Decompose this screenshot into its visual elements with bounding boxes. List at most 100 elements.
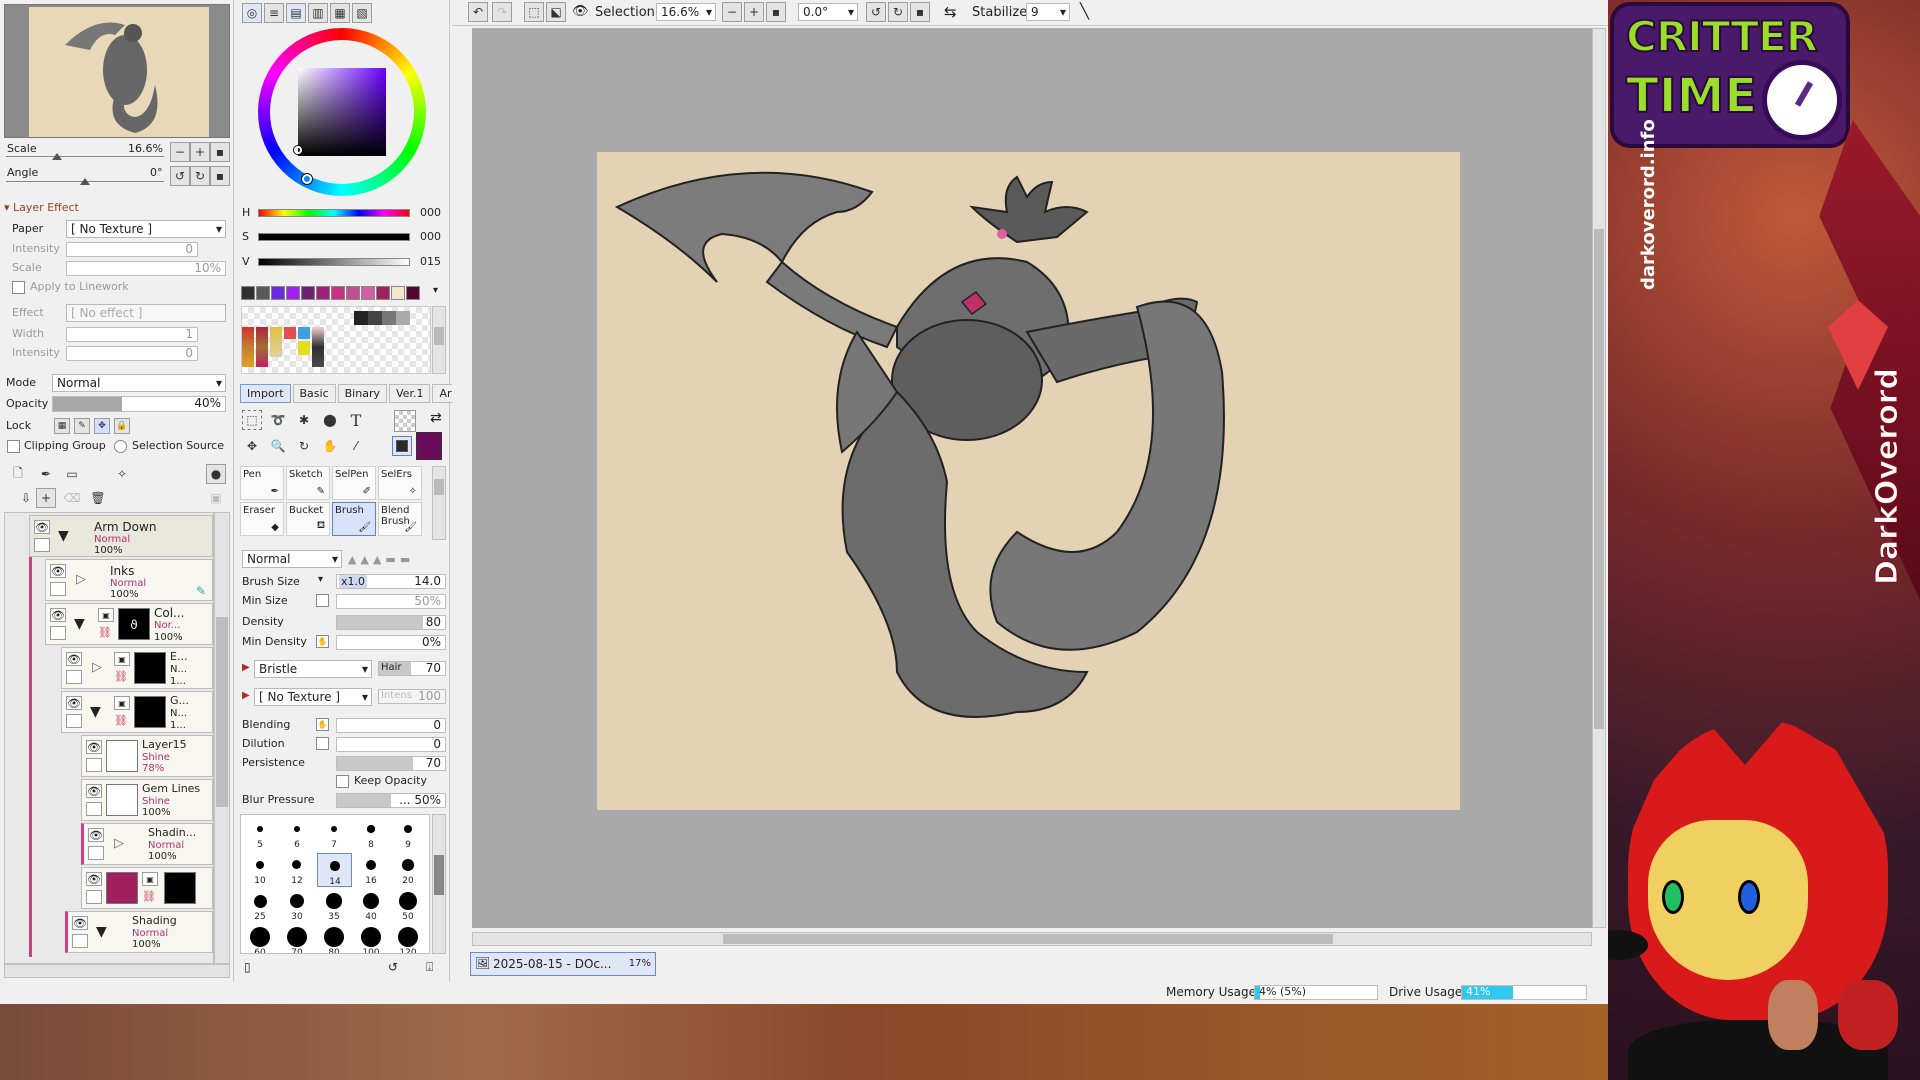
layer-row-g[interactable]: 👁 ▼ ▣ ⛓ G... N... 1...	[61, 691, 213, 733]
clear-layer-icon[interactable]: ⌫	[62, 488, 82, 508]
canvas-vscrollbar[interactable]	[1592, 28, 1606, 928]
new-linework-icon[interactable]: ✒	[36, 464, 56, 484]
intensity-slider[interactable]: 0	[66, 242, 198, 257]
visibility-eye-icon[interactable]: 👁	[86, 740, 102, 754]
eyedropper-icon[interactable]: ⁄	[346, 436, 366, 456]
layer-row-inks[interactable]: 👁 ▷ Inks Normal 100% ✎	[45, 559, 213, 601]
scale-slider-handle[interactable]	[52, 153, 62, 160]
swatches-mode-icon[interactable]: ▦	[330, 3, 350, 23]
value-slider[interactable]	[258, 258, 410, 266]
layer-lock-box[interactable]	[66, 670, 82, 684]
layer-effect-icon[interactable]: ✧	[112, 464, 132, 484]
angle-slider-handle[interactable]	[80, 178, 90, 185]
brush-shape-select[interactable]: Bristle ▾	[254, 660, 372, 678]
blending-pressure-icon[interactable]: ✋	[316, 718, 329, 731]
merge-down-icon[interactable]: +	[36, 488, 56, 508]
lasso-icon[interactable]: ➰	[268, 410, 288, 430]
visibility-eye-icon[interactable]: 👁	[86, 872, 102, 886]
layer-effect-header[interactable]: ▾ Layer Effect	[4, 201, 79, 214]
layer-list-scrollbar[interactable]	[214, 512, 230, 964]
visibility-eye-icon[interactable]: 👁	[34, 520, 50, 534]
opacity-slider[interactable]: 40%	[52, 396, 226, 412]
tool-eraser[interactable]: Eraser ◆	[240, 502, 284, 536]
layer-mask-apply-icon[interactable]: ▣	[206, 488, 226, 508]
dilution-slider[interactable]: 0	[336, 737, 446, 752]
brush-size-cell[interactable]: 7	[317, 817, 352, 851]
folder-expanded-chevron-icon[interactable]: ▼	[90, 704, 101, 720]
rotation-select[interactable]: 0.0° ▾	[798, 3, 858, 21]
clipping-group-checkbox[interactable]	[7, 440, 20, 453]
keep-opacity-checkbox[interactable]	[336, 775, 349, 788]
color-swatch[interactable]	[286, 286, 300, 300]
navigator-preview[interactable]	[4, 4, 230, 138]
texture-scale-slider[interactable]: 10%	[66, 261, 226, 276]
brush-size-cell[interactable]: 80	[317, 925, 352, 953]
color-swatch[interactable]	[346, 286, 360, 300]
density-slider[interactable]: 80	[336, 615, 446, 630]
tool-sketch[interactable]: Sketch ✎	[286, 466, 330, 500]
layer-lock-box[interactable]	[88, 846, 104, 860]
tool-blend-brush[interactable]: Blend Brush 🖌	[378, 502, 422, 536]
rotate-reset-toolbar-button[interactable]: ▪	[910, 2, 930, 22]
layer-row-e[interactable]: 👁 ▷ ▣ ⛓ E... N... 1...	[61, 647, 213, 689]
tab-ver1[interactable]: Ver.1	[389, 384, 431, 403]
zoom-reset-button[interactable]: ▪	[210, 142, 230, 162]
folder-expanded-chevron-icon[interactable]: ▼	[96, 924, 107, 940]
brush-size-cell[interactable]: 50	[391, 889, 426, 923]
straight-line-icon[interactable]: ╲	[1080, 2, 1089, 20]
layer-lock-box[interactable]	[72, 934, 88, 948]
saturation-value-square[interactable]	[298, 68, 386, 156]
brush-size-cell[interactable]: 100	[354, 925, 389, 953]
swap-colors-icon[interactable]: ⇄	[430, 410, 442, 426]
visibility-eye-icon[interactable]: 👁	[66, 696, 82, 710]
brush-size-cell[interactable]: 9	[391, 817, 426, 851]
secondary-color-swatch[interactable]	[392, 436, 412, 456]
color-swatch[interactable]	[376, 286, 390, 300]
visibility-eye-icon[interactable]: 👁	[50, 564, 66, 578]
selection-visibility-icon[interactable]: 👁	[572, 4, 589, 19]
min-size-checkbox[interactable]	[316, 594, 329, 607]
artwork-canvas[interactable]	[597, 152, 1460, 810]
hue-slider[interactable]	[258, 209, 410, 217]
visibility-eye-icon[interactable]: 👁	[72, 916, 88, 930]
brush-texture-select[interactable]: [ No Texture ] ▾	[254, 688, 372, 706]
saturation-slider[interactable]	[258, 233, 410, 241]
color-swatch[interactable]	[391, 286, 405, 300]
tab-import[interactable]: Import	[240, 384, 291, 403]
brush-size-cell[interactable]: 14	[317, 853, 352, 887]
mask-icon[interactable]: ▣	[98, 608, 114, 622]
shape-expand-icon[interactable]: ▶	[242, 662, 250, 673]
brush-size-cell[interactable]: 30	[280, 889, 315, 923]
min-size-slider[interactable]: 50%	[336, 594, 446, 609]
mask-icon[interactable]: ▣	[114, 652, 130, 666]
rect-select-icon[interactable]: ⬚	[242, 410, 262, 430]
hsv-slider-mode-icon[interactable]: ▤	[286, 3, 306, 23]
canvas-viewport[interactable]	[472, 28, 1592, 928]
layer-lock-box[interactable]	[86, 802, 102, 816]
folder-expanded-chevron-icon[interactable]: ▼	[58, 528, 69, 544]
color-swatch[interactable]	[241, 286, 255, 300]
zoom-fit-toolbar-button[interactable]: ▪	[766, 2, 786, 22]
color-swatch[interactable]	[256, 286, 270, 300]
brush-size-cell[interactable]: 8	[354, 817, 389, 851]
tool-brush[interactable]: Brush 🖌	[332, 502, 376, 536]
brush-size-cell[interactable]: 25	[243, 889, 278, 923]
blend-mode-select[interactable]: Normal ▾	[52, 374, 226, 392]
left-panel-hscroll[interactable]	[4, 964, 230, 978]
color-wheel-mode-icon[interactable]: ◎	[242, 3, 262, 23]
tab-binary[interactable]: Binary	[337, 384, 387, 403]
layer-row-layer15[interactable]: 👁 Layer15 Shine 78%	[81, 735, 213, 777]
deselect-button[interactable]: ⬚	[524, 2, 544, 22]
visibility-eye-icon[interactable]: 👁	[88, 828, 104, 842]
transfer-down-icon[interactable]: ⇩	[16, 488, 36, 508]
zoom-out-button[interactable]: −	[170, 142, 190, 162]
layer-row-gem-lines[interactable]: 👁 Gem Lines Shine 100%	[81, 779, 213, 821]
min-density-pressure-icon[interactable]: ✋	[316, 635, 329, 648]
hand-icon[interactable]: ✋	[320, 436, 340, 456]
tool-pen[interactable]: Pen ✒	[240, 466, 284, 500]
invert-selection-button[interactable]: ⬕	[546, 2, 566, 22]
layer-lock-box[interactable]	[50, 626, 66, 640]
rotate-right-button[interactable]: ↻	[190, 166, 210, 186]
canvas-hscrollbar[interactable]	[472, 932, 1592, 946]
rgb-slider-mode-icon[interactable]: ≡	[264, 3, 284, 23]
